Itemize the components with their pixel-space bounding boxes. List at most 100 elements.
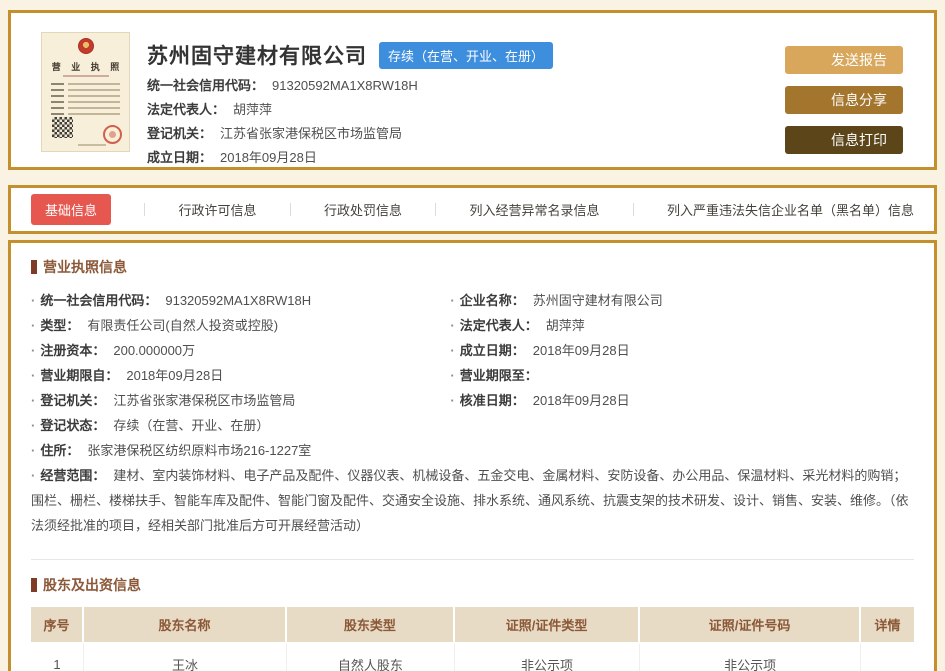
- field-label: 法定代表人：: [459, 318, 538, 333]
- tab-bar-card: 基础信息 行政许可信息 行政处罚信息 列入经营异常名录信息 列入严重违法失信企业…: [8, 185, 937, 234]
- license-info-columns: 统一社会信用代码： 91320592MA1X8RW18H 类型： 有限责任公司(自然…: [31, 288, 914, 438]
- field-value: 张家港保税区纺织原料市场216-1227室: [87, 443, 312, 458]
- section-title-text: 股东及出资信息: [43, 577, 141, 593]
- table-cell-shareholder-type: 自然人股东: [287, 644, 455, 671]
- header-action-buttons: 发送报告 信息分享 信息打印: [785, 46, 903, 154]
- table-cell-shareholder-name: 王冰: [83, 644, 288, 671]
- field-value: 2018年09月28日: [532, 343, 630, 358]
- field-label: 营业期限自：: [40, 368, 119, 383]
- header-field-establish-date: 成立日期： 2018年09月28日: [147, 150, 553, 166]
- field-term-from: 营业期限自： 2018年09月28日: [31, 363, 450, 388]
- field-label: 统一社会信用代码：: [40, 293, 158, 308]
- section-title-text: 营业执照信息: [43, 259, 127, 275]
- table-header-certificate-type: 证照/证件类型: [454, 607, 641, 644]
- field-value: 2018年09月28日: [126, 368, 224, 383]
- field-credit-code: 统一社会信用代码： 91320592MA1X8RW18H: [31, 288, 450, 313]
- field-registered-capital: 注册资本： 200.000000万: [31, 338, 450, 363]
- table-cell-certificate-number: 非公示项: [640, 644, 861, 671]
- section-divider: [31, 559, 914, 560]
- header-field-credit-code: 统一社会信用代码： 91320592MA1X8RW18H: [147, 78, 553, 94]
- section-title-marker: [31, 260, 37, 274]
- table-header-certificate-number: 证照/证件号码: [640, 607, 861, 644]
- field-label: 统一社会信用代码：: [147, 78, 265, 93]
- tab-basic-info[interactable]: 基础信息: [31, 194, 112, 225]
- field-legal-rep: 法定代表人： 胡萍萍: [450, 313, 914, 338]
- table-header-row: 序号 股东名称 股东类型 证照/证件类型 证照/证件号码 详情: [31, 607, 914, 644]
- field-label: 类型：: [40, 318, 80, 333]
- share-info-button[interactable]: 信息分享: [785, 86, 903, 114]
- table-header-shareholder-name: 股东名称: [83, 607, 288, 644]
- license-info-right-column: 企业名称： 苏州固守建材有限公司 法定代表人： 胡萍萍 成立日期： 2018年09月2…: [450, 288, 914, 438]
- tab-admin-license-info[interactable]: 行政许可信息: [178, 200, 256, 219]
- field-label: 核准日期：: [459, 393, 525, 408]
- field-value: 建材、室内装饰材料、电子产品及配件、仪器仪表、机械设备、五金交电、金属材料、安防…: [31, 468, 909, 533]
- table-cell-detail[interactable]: [860, 644, 914, 671]
- company-status-badge: 存续（在营、开业、在册）: [379, 41, 554, 69]
- company-name: 苏州固守建材有限公司: [147, 45, 367, 68]
- field-label: 法定代表人：: [147, 102, 226, 117]
- table-cell-certificate-type: 非公示项: [454, 644, 641, 671]
- field-company-name: 企业名称： 苏州固守建材有限公司: [450, 288, 914, 313]
- table-row: 1 王冰 自然人股东 非公示项 非公示项: [31, 644, 914, 671]
- license-qr-code: [52, 117, 73, 138]
- business-license-thumbnail[interactable]: 营 业 执 照: [41, 32, 130, 152]
- send-report-button[interactable]: 发送报告: [785, 46, 903, 74]
- field-value: 2018年09月28日: [220, 150, 317, 165]
- field-label: 登记机关：: [40, 393, 106, 408]
- tab-divider: [435, 203, 437, 216]
- table-header-shareholder-type: 股东类型: [287, 607, 455, 644]
- field-label: 成立日期：: [459, 343, 525, 358]
- field-company-type: 类型： 有限责任公司(自然人投资或控股): [31, 313, 450, 338]
- table-cell-index: 1: [31, 644, 84, 671]
- section-title-marker: [31, 578, 37, 592]
- field-label: 住所：: [40, 443, 80, 458]
- table-header-detail: 详情: [860, 607, 914, 644]
- company-header-card: 营 业 执 照 苏州固守建材有限公司 存续（在营、开业、在册） 统一社会信用代码…: [8, 10, 937, 170]
- company-summary: 苏州固守建材有限公司 存续（在营、开业、在册） 统一社会信用代码： 9132059…: [147, 40, 554, 166]
- license-info-left-column: 统一社会信用代码： 91320592MA1X8RW18H 类型： 有限责任公司(自然…: [31, 288, 450, 438]
- section-title-business-license: 营业执照信息: [31, 257, 914, 277]
- field-value: 91320592MA1X8RW18H: [272, 78, 418, 93]
- section-title-shareholders: 股东及出资信息: [31, 575, 914, 595]
- field-value: 苏州固守建材有限公司: [532, 293, 663, 308]
- field-value: 江苏省张家港保税区市场监管局: [113, 393, 296, 408]
- field-label: 企业名称：: [459, 293, 525, 308]
- field-label: 营业期限至：: [459, 368, 538, 383]
- field-business-scope: 经营范围：建材、室内装饰材料、电子产品及配件、仪器仪表、机械设备、五金交电、金属…: [31, 463, 914, 538]
- header-field-registration-authority: 登记机关： 江苏省张家港保税区市场监管局: [147, 126, 553, 142]
- tab-abnormal-operation-list-info[interactable]: 列入经营异常名录信息: [469, 200, 599, 219]
- tab-blacklist-info[interactable]: 列入严重违法失信企业名单（黑名单）信息: [667, 200, 914, 219]
- field-value: 胡萍萍: [233, 102, 273, 117]
- field-label: 登记状态：: [40, 418, 106, 433]
- field-value: 91320592MA1X8RW18H: [165, 293, 312, 308]
- field-establish-date: 成立日期： 2018年09月28日: [450, 338, 914, 363]
- license-footer-line: [78, 144, 106, 146]
- print-info-button[interactable]: 信息打印: [785, 126, 903, 154]
- field-value: 江苏省张家港保税区市场监管局: [220, 126, 403, 141]
- table-header-index: 序号: [31, 607, 84, 644]
- field-value: 200.000000万: [113, 343, 196, 358]
- national-emblem-icon: [77, 38, 94, 54]
- field-registration-status: 登记状态： 存续（在营、开业、在册）: [31, 413, 450, 438]
- tab-divider: [289, 203, 291, 216]
- tab-divider: [144, 203, 146, 216]
- header-field-legal-rep: 法定代表人： 胡萍萍: [147, 102, 553, 118]
- license-red-stamp-icon: [103, 125, 122, 144]
- tab-bar: 基础信息 行政许可信息 行政处罚信息 列入经营异常名录信息 列入严重违法失信企业…: [11, 188, 934, 231]
- field-value: 2018年09月28日: [532, 393, 630, 408]
- field-registration-authority: 登记机关： 江苏省张家港保税区市场监管局: [31, 388, 450, 413]
- field-label: 经营范围：: [40, 468, 106, 483]
- field-address: 住所： 张家港保税区纺织原料市场216-1227室: [31, 438, 914, 463]
- basic-info-content-card: 营业执照信息 统一社会信用代码： 91320592MA1X8RW18H 类型： 有限…: [8, 240, 937, 671]
- tab-divider: [632, 203, 634, 216]
- license-title: 营 业 执 照: [51, 62, 124, 72]
- shareholder-table: 序号 股东名称 股东类型 证照/证件类型 证照/证件号码 详情 1 王冰 自然人…: [31, 607, 914, 671]
- license-number-line: [62, 75, 109, 77]
- field-value: 有限责任公司(自然人投资或控股): [87, 318, 279, 333]
- field-term-to: 营业期限至：: [450, 363, 914, 388]
- field-label: 成立日期：: [147, 150, 213, 165]
- tab-admin-penalty-info[interactable]: 行政处罚信息: [324, 200, 402, 219]
- license-text-lines: [51, 83, 120, 119]
- field-approval-date: 核准日期： 2018年09月28日: [450, 388, 914, 413]
- field-value: 存续（在营、开业、在册）: [113, 418, 270, 433]
